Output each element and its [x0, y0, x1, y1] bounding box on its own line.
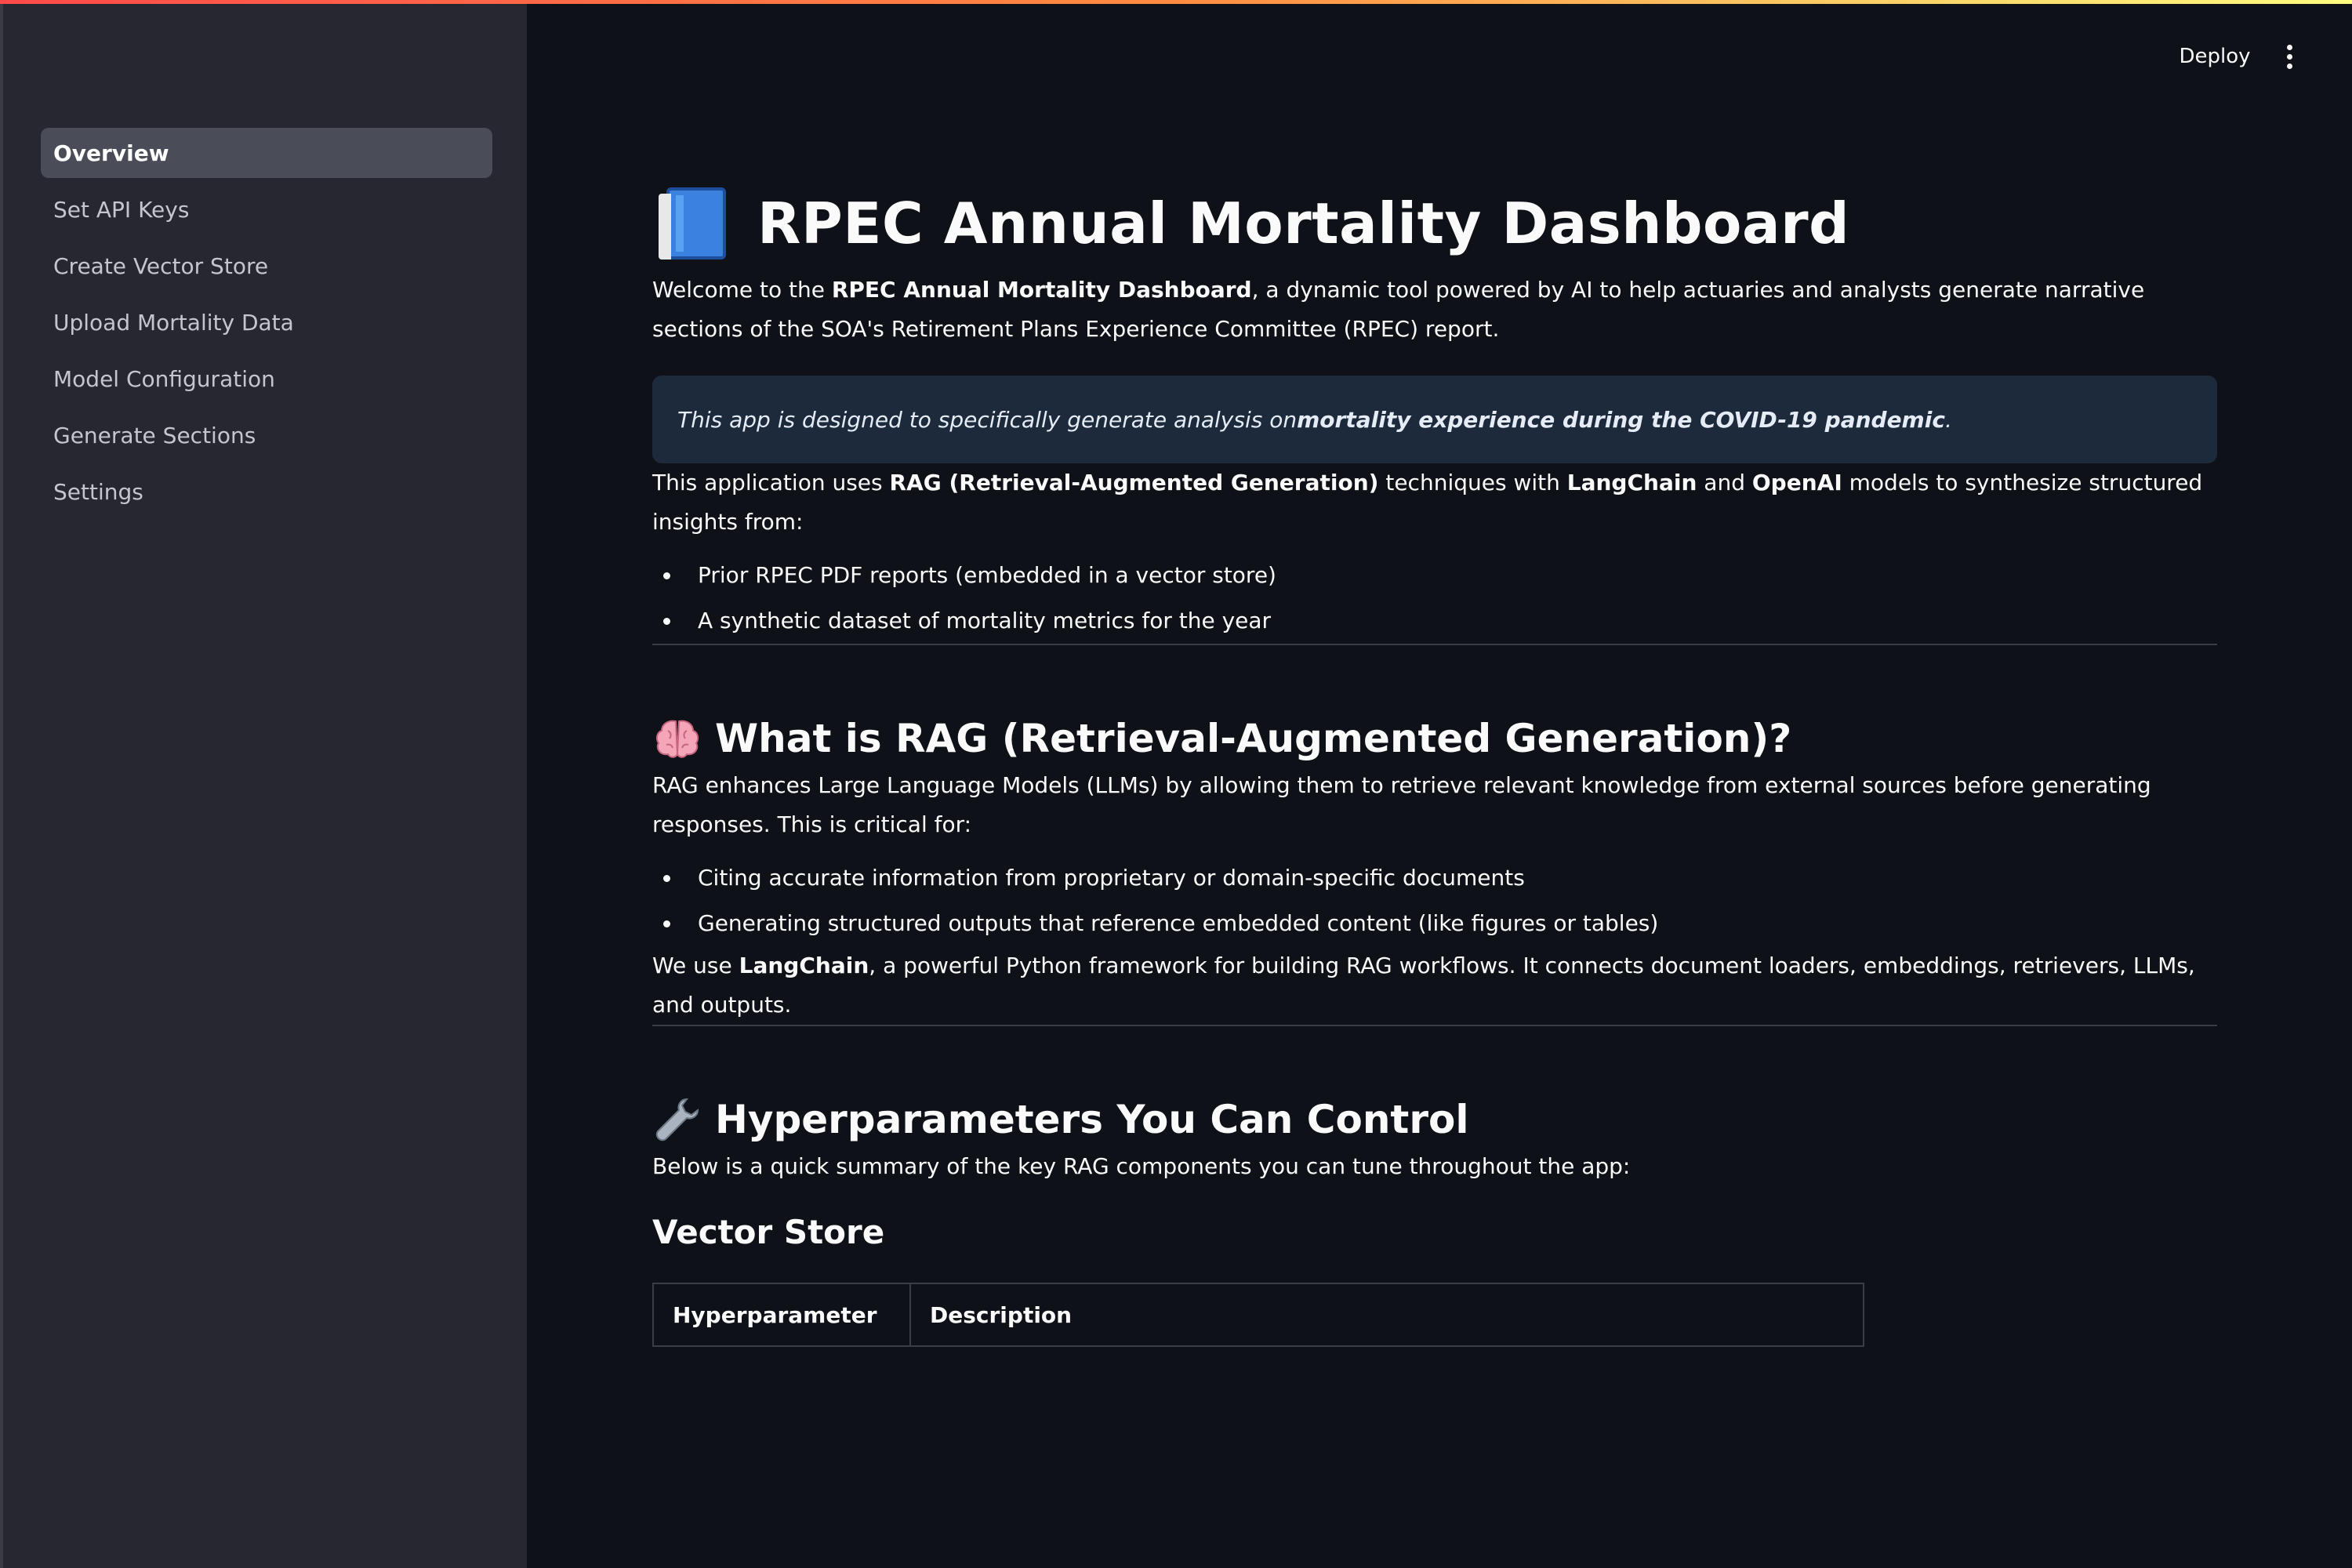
more-options-icon[interactable] — [2274, 41, 2305, 72]
hyperparameter-table: Hyperparameter Description — [652, 1283, 1864, 1347]
langchain-paragraph: We use LangChain, a powerful Python fram… — [652, 953, 2195, 1018]
column-header: Hyperparameter — [652, 1283, 911, 1347]
sidebar-item-create-vector-store[interactable]: Create Vector Store — [41, 241, 492, 291]
sidebar-item-set-api-keys[interactable]: Set API Keys — [41, 184, 492, 234]
book-icon — [659, 187, 726, 260]
uses-paragraph: This application uses RAG (Retrieval-Aug… — [652, 470, 2203, 535]
divider — [652, 1025, 2217, 1026]
sidebar-nav: Overview Set API Keys Create Vector Stor… — [41, 128, 492, 523]
table-header-row: Hyperparameter Description — [652, 1283, 1864, 1347]
vector-store-heading: Vector Store — [652, 1213, 885, 1251]
divider — [652, 644, 2217, 645]
top-decoration-bar — [0, 0, 2352, 4]
list-item: A synthetic dataset of mortality metrics… — [652, 598, 2217, 644]
sidebar-item-upload-mortality-data[interactable]: Upload Mortality Data — [41, 297, 492, 347]
sidebar-item-generate-sections[interactable]: Generate Sections — [41, 410, 492, 460]
rag-benefits-list: Citing accurate information from proprie… — [652, 855, 2217, 946]
brain-icon — [655, 720, 699, 758]
column-header: Description — [909, 1283, 1864, 1347]
main-content: RPEC Annual Mortality Dashboard Welcome … — [652, 176, 2217, 1347]
list-item: Prior RPEC PDF reports (embedded in a ve… — [652, 553, 2217, 598]
sources-list: Prior RPEC PDF reports (embedded in a ve… — [652, 553, 2217, 644]
page-title: RPEC Annual Mortality Dashboard — [757, 191, 1850, 256]
sidebar-item-overview[interactable]: Overview — [41, 128, 492, 178]
rag-paragraph: RAG enhances Large Language Models (LLMs… — [652, 772, 2151, 837]
sidebar-item-settings[interactable]: Settings — [41, 466, 492, 517]
app-header: Deploy — [527, 0, 2352, 110]
rag-heading-row: What is RAG (Retrieval-Augmented Generat… — [652, 711, 2217, 766]
hyperparameters-intro: Below is a quick summary of the key RAG … — [652, 1153, 1631, 1179]
sidebar-item-model-configuration[interactable]: Model Configuration — [41, 354, 492, 404]
deploy-button[interactable]: Deploy — [2164, 36, 2266, 77]
hyperparameters-heading-row: Hyperparameters You Can Control — [652, 1092, 2217, 1147]
intro-paragraph: Welcome to the RPEC Annual Mortality Das… — [652, 277, 2145, 342]
page-title-row: RPEC Annual Mortality Dashboard — [652, 176, 2217, 270]
list-item: Generating structured outputs that refer… — [652, 901, 2217, 946]
rag-heading: What is RAG (Retrieval-Augmented Generat… — [715, 716, 1792, 761]
hyperparameters-heading: Hyperparameters You Can Control — [715, 1097, 1469, 1142]
info-callout: This app is designed to specifically gen… — [652, 376, 2217, 463]
sidebar: Overview Set API Keys Create Vector Stor… — [0, 0, 527, 1568]
wrench-icon — [655, 1098, 699, 1142]
list-item: Citing accurate information from proprie… — [652, 855, 2217, 901]
